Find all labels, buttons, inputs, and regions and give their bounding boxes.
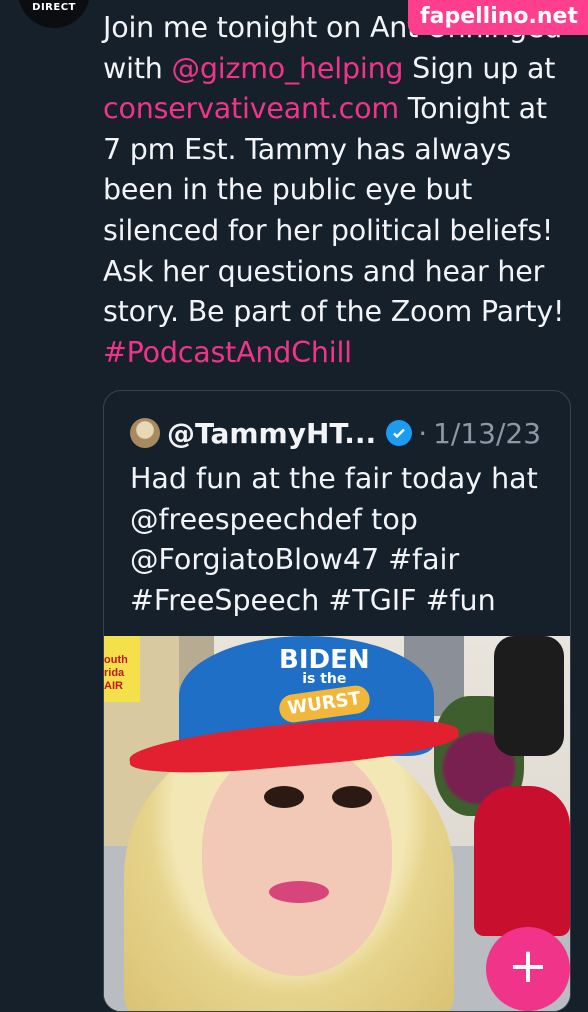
avatar-shirt-text: DIRECT xyxy=(18,0,90,28)
photo-eye-left xyxy=(264,786,304,808)
quoted-date[interactable]: 1/13/23 xyxy=(433,417,541,450)
tweet-body: Join me tonight on Ant Unhinged with @giz… xyxy=(103,8,575,373)
quoted-tweet[interactable]: @TammyHT... · 1/13/23 Had fun at the fai… xyxy=(103,390,571,1012)
quoted-tweet-text: Had fun at the fair today hat @freespeec… xyxy=(130,462,538,617)
photo-face xyxy=(202,746,392,976)
quoted-tweet-header: @TammyHT... · 1/13/23 xyxy=(130,415,541,451)
quoted-separator: · xyxy=(418,416,428,450)
tweet-text-segment: with xyxy=(103,51,172,85)
tweet-text-segment: 7 pm Est. Tammy has always xyxy=(103,132,511,166)
compose-fab-button[interactable]: + xyxy=(486,927,570,1011)
tweet-line: been in the public eye but xyxy=(103,170,575,211)
photo-sign: outh rida AIR xyxy=(104,636,140,702)
watermark: fapellino.net xyxy=(408,0,588,35)
tweet-text-segment: silenced for her political beliefs! xyxy=(103,213,554,247)
tweet-text-segment: Sign up at xyxy=(403,51,556,85)
photo-bystander xyxy=(494,636,564,756)
photo-lips xyxy=(269,881,329,903)
hashtag-link[interactable]: #PodcastAndChill xyxy=(103,336,352,369)
tweet-text-segment: Ask her questions and hear her xyxy=(103,254,545,288)
tweet-line: 7 pm Est. Tammy has always xyxy=(103,130,575,171)
tweet-line: #PodcastAndChill xyxy=(103,333,575,374)
tweet-text-segment: been in the public eye but xyxy=(103,173,473,207)
tweet-line: with @gizmo_helping Sign up at xyxy=(103,49,575,90)
quoted-author-avatar[interactable] xyxy=(130,418,160,448)
tweet-line: Ask her questions and hear her xyxy=(103,252,575,293)
tweet-line: story. Be part of the Zoom Party! xyxy=(103,292,575,333)
verified-badge-icon xyxy=(386,420,413,446)
tweet-line: conservativeant.com Tonight at xyxy=(103,89,575,130)
quoted-author-handle[interactable]: @TammyHT... xyxy=(167,417,376,450)
tweet-text-segment: story. Be part of the Zoom Party! xyxy=(103,295,565,329)
mention-link[interactable]: @gizmo_helping xyxy=(172,52,404,85)
cap-text: BIDEN is the WURST xyxy=(277,647,372,725)
url-link[interactable]: conservativeant.com xyxy=(103,92,399,125)
photo-eye-right xyxy=(332,786,372,808)
tweet-line: silenced for her political beliefs! xyxy=(103,211,575,252)
photo-person-red xyxy=(474,786,570,936)
tweet-text-segment: Tonight at xyxy=(398,92,547,126)
author-avatar[interactable]: DIRECT xyxy=(18,0,90,28)
